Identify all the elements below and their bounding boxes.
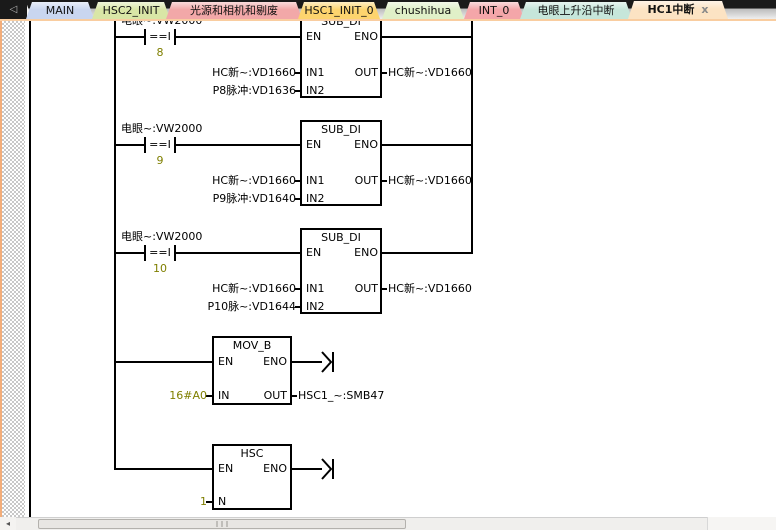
- wire: [382, 288, 387, 290]
- wire: [292, 361, 322, 363]
- wire: [115, 36, 145, 38]
- in1-operand[interactable]: HC新~:VD1660: [212, 66, 296, 79]
- in1-label: IN1: [306, 174, 324, 187]
- out-operand[interactable]: HC新~:VD1660: [388, 282, 472, 295]
- compare-contact-symbol[interactable]: ==I: [146, 246, 174, 259]
- scrollbar-thumb-grip: [217, 521, 228, 527]
- compare-value[interactable]: 8: [146, 46, 174, 59]
- wire: [382, 36, 471, 38]
- n-constant-value[interactable]: 1: [200, 495, 207, 508]
- in2-operand[interactable]: P8脉冲:VD1636: [213, 84, 296, 97]
- tab-hc1-interrupt[interactable]: HC1中断 x: [628, 1, 728, 19]
- compare-contact-symbol[interactable]: ==I: [146, 30, 174, 43]
- n-label: N: [218, 495, 226, 508]
- block-title: HSC: [212, 447, 292, 460]
- out-operand[interactable]: HC新~:VD1660: [388, 66, 472, 79]
- close-tab-icon[interactable]: x: [701, 3, 708, 16]
- tab-light-source-camera-reject[interactable]: 光源和相机和剔废: [166, 2, 302, 19]
- out-label: OUT: [355, 174, 378, 187]
- tab-bar-underline: [0, 19, 776, 21]
- compare-value[interactable]: 10: [146, 262, 174, 275]
- scrollbar-thumb[interactable]: [38, 519, 406, 529]
- tab-chushihua[interactable]: chushihua: [382, 2, 464, 19]
- block-title: SUB_DI: [300, 231, 382, 244]
- en-label: EN: [306, 246, 321, 259]
- wire: [382, 180, 387, 182]
- contact-operand-label[interactable]: 电眼~:VW2000: [121, 122, 202, 135]
- in2-label: IN2: [306, 300, 324, 313]
- out-label: OUT: [264, 389, 287, 402]
- wire: [115, 468, 212, 470]
- ladder-editor-canvas: [0, 21, 776, 517]
- in1-label: IN1: [306, 282, 324, 295]
- eno-label: ENO: [263, 462, 287, 475]
- eno-label: ENO: [263, 355, 287, 368]
- tab-hsc2-init[interactable]: HSC2_INIT: [92, 2, 170, 19]
- compare-contact-symbol[interactable]: ==I: [146, 138, 174, 151]
- en-label: EN: [218, 355, 233, 368]
- wire: [382, 144, 471, 146]
- tab-hsc1-init-0[interactable]: HSC1_INIT_0: [298, 2, 380, 19]
- scrollbar-left-arrow-button[interactable]: ◂: [0, 517, 16, 530]
- out-operand[interactable]: HC新~:VD1660: [388, 174, 472, 187]
- wire: [382, 72, 387, 74]
- in2-label: IN2: [306, 192, 324, 205]
- wire: [176, 36, 300, 38]
- wire: [176, 252, 300, 254]
- margin-checker-strip: [2, 21, 25, 517]
- wire: [382, 252, 471, 254]
- wire: [292, 395, 297, 397]
- eno-label: ENO: [354, 30, 378, 43]
- tab-hc1-interrupt-label: HC1中断: [647, 3, 694, 16]
- power-rail-left: [114, 21, 116, 470]
- wire: [115, 252, 145, 254]
- out-operand[interactable]: HSC1_~:SMB47: [298, 389, 384, 402]
- continuation-arrow-icon: [321, 456, 335, 482]
- in-label: IN: [218, 389, 229, 402]
- block-title: SUB_DI: [300, 123, 382, 136]
- block-title: MOV_B: [212, 339, 292, 352]
- in1-label: IN1: [306, 66, 324, 79]
- tab-eye-rising-edge-interrupt[interactable]: 电眼上升沿中断: [520, 2, 632, 19]
- tab-int-0[interactable]: INT_0: [464, 2, 524, 19]
- compare-value[interactable]: 9: [146, 154, 174, 167]
- scroll-left-icon: ◁: [10, 4, 18, 15]
- wire: [292, 468, 322, 470]
- en-label: EN: [306, 138, 321, 151]
- out-label: OUT: [355, 66, 378, 79]
- plc-editor-window: 电眼~:VW2000 ==I 8 SUB_DI EN ENO IN1 OUT I…: [0, 0, 776, 530]
- en-label: EN: [218, 462, 233, 475]
- wire: [115, 361, 212, 363]
- continuation-arrow-icon: [321, 349, 335, 375]
- in1-operand[interactable]: HC新~:VD1660: [212, 282, 296, 295]
- eno-label: ENO: [354, 138, 378, 151]
- in2-operand[interactable]: P10脉~:VD1644: [207, 300, 296, 313]
- tab-scroll-left-button[interactable]: ◁: [0, 0, 27, 19]
- out-label: OUT: [355, 282, 378, 295]
- eno-label: ENO: [354, 246, 378, 259]
- in-constant-value[interactable]: 16#A0: [169, 389, 207, 402]
- branch-merge-rail: [471, 21, 473, 254]
- contact-operand-label[interactable]: 电眼~:VW2000: [121, 230, 202, 243]
- scrollbar-left-arrow-icon: ◂: [6, 519, 10, 528]
- wire: [115, 144, 145, 146]
- in2-operand[interactable]: P9脉冲:VD1640: [213, 192, 296, 205]
- network-left-edge-line: [29, 21, 31, 517]
- en-label: EN: [306, 30, 321, 43]
- in2-label: IN2: [306, 84, 324, 97]
- in1-operand[interactable]: HC新~:VD1660: [212, 174, 296, 187]
- scrollbar-right-zone: [707, 517, 776, 530]
- wire: [176, 144, 300, 146]
- tab-main[interactable]: MAIN: [26, 2, 94, 19]
